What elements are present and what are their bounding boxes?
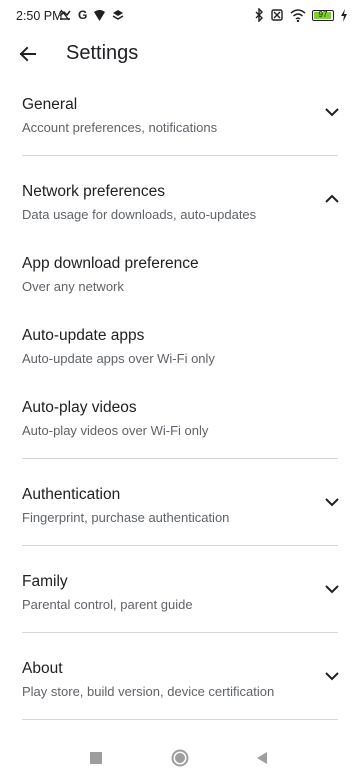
section-title: About bbox=[22, 660, 63, 677]
bluetooth-icon bbox=[255, 8, 263, 22]
setting-auto-play-videos[interactable]: Auto-play videos Auto-play videos over W… bbox=[0, 379, 360, 451]
status-bar: 2:50 PM G 97 bbox=[0, 0, 360, 32]
section-subtitle: Parental control, parent guide bbox=[22, 597, 193, 612]
divider bbox=[22, 458, 338, 459]
no-sim-icon bbox=[271, 9, 283, 21]
recents-button[interactable] bbox=[86, 748, 106, 768]
section-network-preferences[interactable]: Network preferences Data usage for downl… bbox=[0, 163, 360, 235]
chat-icon bbox=[94, 9, 106, 21]
chevron-up-icon bbox=[325, 194, 339, 203]
setting-auto-update-apps[interactable]: Auto-update apps Auto-update apps over W… bbox=[0, 307, 360, 379]
section-title: Network preferences bbox=[22, 183, 166, 200]
section-subtitle: Data usage for downloads, auto-updates bbox=[22, 207, 257, 222]
layers-icon bbox=[112, 10, 124, 20]
back-arrow-icon bbox=[19, 46, 36, 62]
back-triangle-icon bbox=[257, 752, 267, 764]
settings-list: General Account preferences, notificatio… bbox=[0, 76, 360, 727]
setting-value: Auto-update apps over Wi-Fi only bbox=[22, 351, 215, 366]
setting-value: Over any network bbox=[22, 279, 124, 294]
section-about[interactable]: About Play store, build version, device … bbox=[0, 640, 360, 712]
divider bbox=[22, 632, 338, 633]
wifi-icon bbox=[290, 8, 306, 22]
missed-call-icon bbox=[59, 9, 71, 21]
setting-value: Auto-play videos over Wi-Fi only bbox=[22, 423, 209, 438]
setting-title: App download preference bbox=[22, 255, 199, 272]
back-button[interactable] bbox=[12, 38, 44, 70]
divider bbox=[22, 545, 338, 546]
divider bbox=[22, 155, 338, 156]
chevron-down-icon bbox=[325, 498, 339, 507]
chevron-down-icon bbox=[325, 108, 339, 117]
section-title: Authentication bbox=[22, 486, 121, 503]
chevron-down-icon bbox=[325, 672, 339, 681]
section-title: General bbox=[22, 96, 78, 113]
status-time: 2:50 PM bbox=[16, 9, 63, 23]
battery-level: 97 bbox=[318, 10, 328, 19]
chevron-down-icon bbox=[325, 585, 339, 594]
setting-title: Auto-update apps bbox=[22, 327, 145, 344]
section-subtitle: Play store, build version, device certif… bbox=[22, 684, 275, 699]
home-button[interactable] bbox=[170, 748, 190, 768]
section-subtitle: Fingerprint, purchase authentication bbox=[22, 510, 230, 525]
section-subtitle: Account preferences, notifications bbox=[22, 120, 218, 135]
section-family[interactable]: Family Parental control, parent guide bbox=[0, 553, 360, 625]
divider bbox=[22, 719, 338, 720]
google-icon: G bbox=[78, 8, 88, 22]
section-general[interactable]: General Account preferences, notificatio… bbox=[0, 76, 360, 148]
battery-icon: 97 bbox=[312, 9, 334, 21]
status-right-icons: 97 bbox=[254, 8, 348, 22]
system-nav-bar bbox=[0, 736, 360, 780]
charging-icon bbox=[341, 8, 347, 22]
page-title: Settings bbox=[66, 42, 139, 64]
recents-square-icon bbox=[90, 752, 102, 764]
app-bar: Settings bbox=[0, 32, 360, 76]
home-circle-icon bbox=[171, 749, 189, 767]
setting-title: Auto-play videos bbox=[22, 399, 137, 416]
status-left-icons: G bbox=[58, 8, 124, 22]
setting-app-download-preference[interactable]: App download preference Over any network bbox=[0, 235, 360, 307]
section-title: Family bbox=[22, 573, 68, 590]
section-authentication[interactable]: Authentication Fingerprint, purchase aut… bbox=[0, 466, 360, 538]
nav-back-button[interactable] bbox=[252, 748, 272, 768]
